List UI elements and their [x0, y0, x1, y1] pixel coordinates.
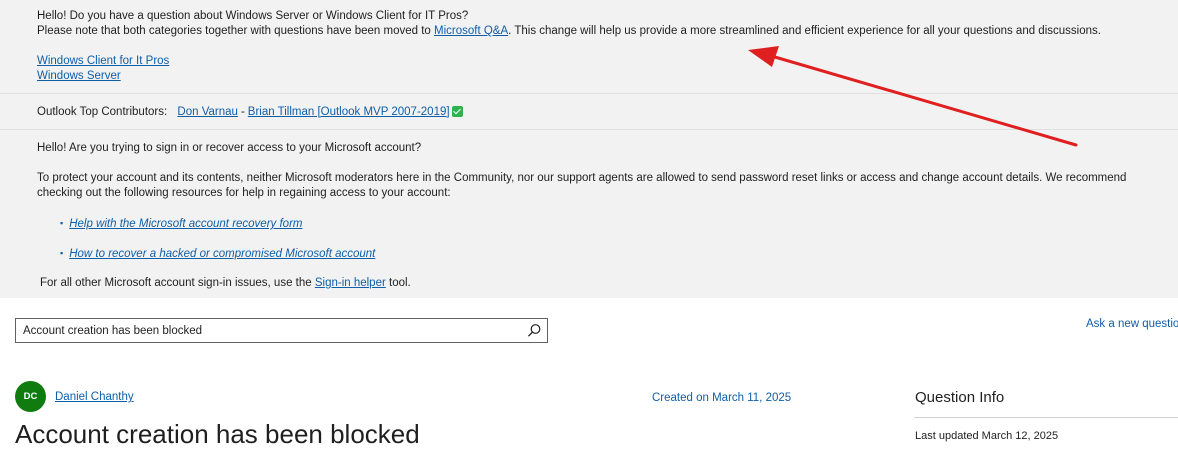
bullet-icon: ▪ — [60, 218, 64, 228]
signin-helper-text: For all other Microsoft account sign-in … — [40, 276, 1160, 291]
ask-new-question-link[interactable]: Ask a new question — [1086, 318, 1178, 330]
search-button[interactable] — [526, 322, 543, 339]
windows-server-link[interactable]: Windows Server — [37, 70, 121, 82]
top-contributors: Outlook Top Contributors: Don Varnau - Bri… — [37, 105, 1157, 120]
question-info-heading: Question Info — [915, 389, 1005, 406]
signin-helper-link[interactable]: Sign-in helper — [315, 277, 386, 289]
contributor-separator: - — [240, 106, 245, 118]
category-links: Windows Client for It Pros Windows Serve… — [37, 54, 1157, 84]
signin-question: Hello! Are you trying to sign in or reco… — [37, 142, 422, 154]
search-input[interactable] — [23, 323, 513, 338]
intro-text: Hello! Do you have a question about Wind… — [37, 9, 1157, 39]
signin-helper-before: For all other Microsoft account sign-in … — [40, 277, 315, 289]
contributors-label: Outlook Top Contributors: — [37, 106, 168, 118]
created-date: Created on March 11, 2025 — [652, 392, 792, 404]
account-recovery-form-link[interactable]: Help with the Microsoft account recovery… — [69, 218, 302, 230]
contributor-link-brian-tillman[interactable]: Brian Tillman [Outlook MVP 2007-2019] — [248, 106, 450, 118]
divider — [0, 129, 1178, 130]
question-title: Account creation has been blocked — [15, 419, 420, 449]
intro-line-1: Hello! Do you have a question about Wind… — [37, 10, 469, 22]
intro-line-2-after: . This change will help us provide a mor… — [508, 25, 1101, 37]
resource-item: ▪ Help with the Microsoft account recover… — [60, 216, 302, 232]
author-link[interactable]: Daniel Chanthy — [55, 391, 134, 403]
intro-line-2-before: Please note that both categories togethe… — [37, 25, 435, 37]
search-icon — [528, 324, 541, 337]
contributor-link-don-varnau[interactable]: Don Varnau — [177, 106, 238, 118]
divider — [0, 93, 1178, 94]
windows-client-link[interactable]: Windows Client for It Pros — [37, 55, 169, 67]
divider — [914, 417, 1178, 418]
avatar[interactable]: DC — [15, 381, 46, 412]
resource-item: ▪ How to recover a hacked or compromised … — [60, 246, 375, 262]
intro-line-2: Please note that both categories togethe… — [37, 24, 1157, 39]
microsoft-qa-link[interactable]: Microsoft Q&A — [434, 25, 508, 37]
recover-hacked-account-link[interactable]: How to recover a hacked or compromised M… — [69, 248, 375, 260]
verified-check-icon — [451, 106, 463, 117]
bullet-icon: ▪ — [60, 248, 64, 258]
last-updated: Last updated March 12, 2025 — [915, 430, 1059, 442]
signin-helper-after: tool. — [385, 277, 411, 289]
announcement-banner: Hello! Do you have a question about Wind… — [0, 0, 1178, 298]
search-box — [15, 318, 548, 343]
protect-account-text: To protect your account and its contents… — [37, 172, 1127, 199]
